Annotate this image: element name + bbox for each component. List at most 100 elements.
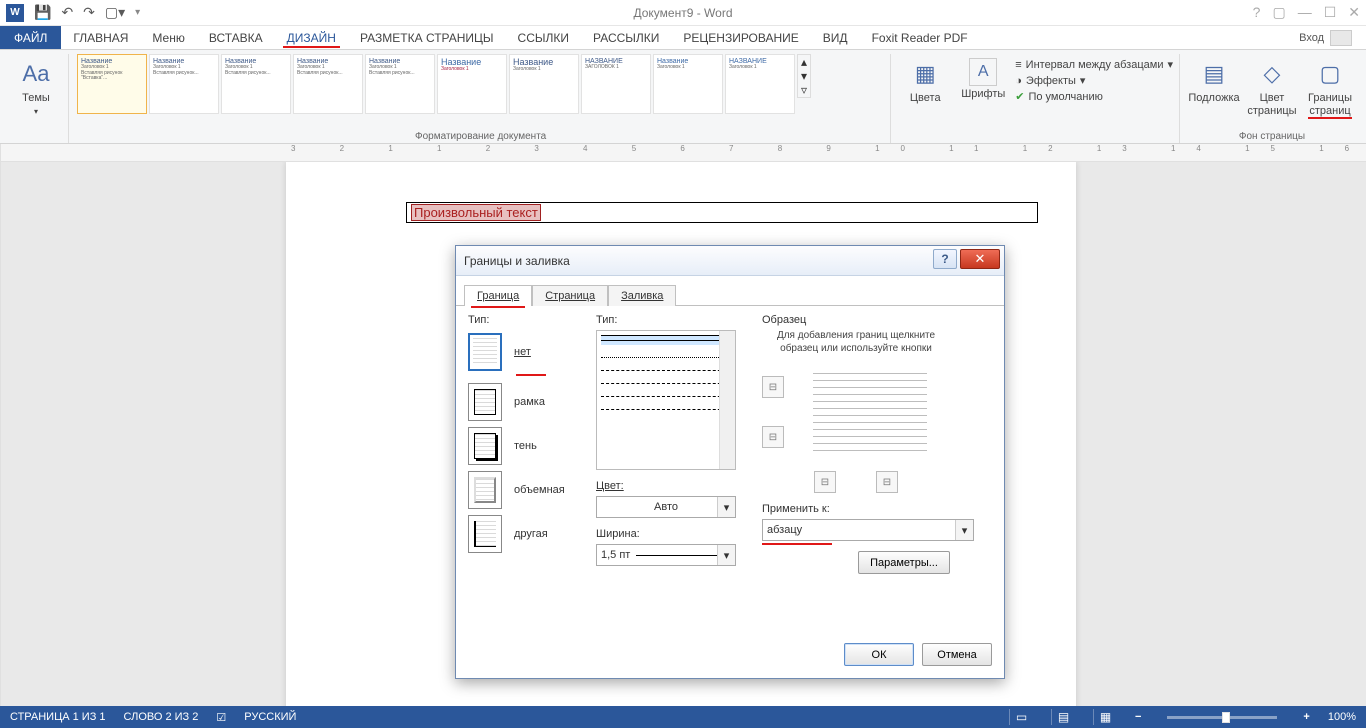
gallery-item[interactable]: НазваниеЗаголовок 1Вставляя рисунок... xyxy=(293,54,363,114)
qat-customize-icon[interactable]: ▾ xyxy=(135,7,140,18)
new-doc-icon[interactable]: ▢▾ xyxy=(105,4,125,21)
border-right-toggle[interactable]: ⊟ xyxy=(876,471,898,493)
options-button[interactable]: Параметры... xyxy=(858,551,950,574)
document-formatting-gallery[interactable]: НазваниеЗаголовок 1Вставляя рисунок "Вст… xyxy=(77,54,884,131)
selected-text[interactable]: Произвольный текст xyxy=(411,204,541,221)
gallery-item[interactable]: НазваниеЗаголовок 1Вставляя рисунок... xyxy=(365,54,435,114)
minimize-icon[interactable]: — xyxy=(1298,4,1312,21)
tab-review[interactable]: РЕЦЕНЗИРОВАНИЕ xyxy=(671,26,810,49)
ribbon: Aa Темы▾ НазваниеЗаголовок 1Вставляя рис… xyxy=(0,50,1366,144)
sign-in-button[interactable]: Вход xyxy=(1285,26,1366,49)
view-print-icon[interactable]: ▤ xyxy=(1051,709,1075,725)
horizontal-ruler: 3 2 1 1 2 3 4 5 6 7 8 9 10 11 12 13 14 1… xyxy=(1,144,1366,162)
color-label: Цвет: xyxy=(596,480,746,492)
style-label: Тип: xyxy=(596,314,746,326)
tab-foxit[interactable]: Foxit Reader PDF xyxy=(860,26,980,49)
gallery-scroll-up-icon[interactable]: ▴ xyxy=(798,55,810,69)
preview-hint: Для добавления границ щелкните образец и… xyxy=(762,330,950,355)
help-icon[interactable]: ? xyxy=(1253,4,1261,21)
chevron-down-icon: ▾ xyxy=(717,497,735,517)
dialog-tab-border[interactable]: Граница xyxy=(464,285,532,306)
set-default-button[interactable]: ✔По умолчанию xyxy=(1015,90,1173,103)
setting-3d[interactable]: объемная xyxy=(468,468,580,512)
tab-mailings[interactable]: РАССЫЛКИ xyxy=(581,26,671,49)
setting-shadow[interactable]: тень xyxy=(468,424,580,468)
gallery-item[interactable]: НазваниеЗаголовок 1 xyxy=(509,54,579,114)
effects-icon: ◑ xyxy=(1015,75,1022,87)
dialog-tab-shading[interactable]: Заливка xyxy=(608,285,676,306)
tab-references[interactable]: ССЫЛКИ xyxy=(506,26,581,49)
setting-box[interactable]: рамка xyxy=(468,380,580,424)
view-read-icon[interactable]: ▭ xyxy=(1009,709,1033,725)
scrollbar[interactable] xyxy=(719,331,735,469)
view-web-icon[interactable]: ▦ xyxy=(1093,709,1117,725)
line-style-list[interactable] xyxy=(596,330,736,470)
undo-icon[interactable]: ↶ xyxy=(61,4,73,21)
ribbon-tabs: ФАЙЛ ГЛАВНАЯ Меню ВСТАВКА ДИЗАЙН РАЗМЕТК… xyxy=(0,26,1366,50)
color-combo[interactable]: Авто▾ xyxy=(596,496,736,518)
status-language[interactable]: РУССКИЙ xyxy=(244,711,296,723)
maximize-icon[interactable]: ☐ xyxy=(1324,4,1337,21)
dialog-title-bar[interactable]: Границы и заливка ? ✕ xyxy=(456,246,1004,276)
border-top-toggle[interactable]: ⊟ xyxy=(762,376,784,398)
paragraph-with-border[interactable]: Произвольный текст xyxy=(406,202,1038,223)
gallery-item[interactable]: НазваниеЗаголовок 1 xyxy=(653,54,723,114)
gallery-item[interactable]: НазваниеЗаголовок 1Вставляя рисунок "Вст… xyxy=(77,54,147,114)
chevron-down-icon: ▾ xyxy=(717,545,735,565)
window-title: Документ9 - Word xyxy=(633,6,732,20)
effects-button[interactable]: ◑Эффекты ▾ xyxy=(1015,74,1173,87)
page-color-button[interactable]: ◇Цвет страницы xyxy=(1246,54,1298,117)
red-underline xyxy=(516,374,546,376)
zoom-in-icon[interactable]: + xyxy=(1303,711,1309,723)
themes-button[interactable]: Aa Темы▾ xyxy=(10,54,62,116)
dialog-tab-page[interactable]: Страница xyxy=(532,285,608,306)
apply-to-combo[interactable]: абзацу▾ xyxy=(762,519,974,541)
tab-home[interactable]: ГЛАВНАЯ xyxy=(61,26,140,49)
zoom-slider[interactable] xyxy=(1167,716,1277,719)
ribbon-display-icon[interactable]: ▢ xyxy=(1272,4,1285,21)
border-bottom-toggle[interactable]: ⊟ xyxy=(762,426,784,448)
zoom-thumb[interactable] xyxy=(1222,712,1230,723)
watermark-button[interactable]: ▤Подложка xyxy=(1188,54,1240,105)
preview-canvas[interactable] xyxy=(805,367,935,463)
tab-menu[interactable]: Меню xyxy=(140,26,196,49)
borders-and-shading-dialog: Границы и заливка ? ✕ Граница Страница З… xyxy=(455,245,1005,679)
red-underline xyxy=(283,46,340,48)
tab-design[interactable]: ДИЗАЙН xyxy=(275,26,348,49)
page-borders-button[interactable]: ▢Границы страниц xyxy=(1304,54,1356,119)
gallery-item[interactable]: НАЗВАНИЕЗаголовок 1 xyxy=(725,54,795,114)
zoom-out-icon[interactable]: − xyxy=(1135,711,1141,723)
width-label: Ширина: xyxy=(596,528,746,540)
redo-icon[interactable]: ↷ xyxy=(83,4,95,21)
dialog-tabs: Граница Страница Заливка xyxy=(456,276,1004,305)
file-tab[interactable]: ФАЙЛ xyxy=(0,26,61,49)
gallery-item[interactable]: НазваниеЗаголовок 1Вставляя рисунок... xyxy=(221,54,291,114)
tab-page-layout[interactable]: РАЗМЕТКА СТРАНИЦЫ xyxy=(348,26,506,49)
close-icon[interactable]: ✕ xyxy=(1348,4,1360,21)
dialog-help-icon[interactable]: ? xyxy=(933,249,957,269)
group-label-formatting: Форматирование документа xyxy=(77,131,884,144)
tab-view[interactable]: ВИД xyxy=(811,26,860,49)
setting-custom[interactable]: другая xyxy=(468,512,580,556)
paragraph-spacing-button[interactable]: ≡Интервал между абзацами ▾ xyxy=(1015,58,1173,71)
gallery-item[interactable]: НАЗВАНИЕЗАГОЛОВОК 1 xyxy=(581,54,651,114)
dialog-close-icon[interactable]: ✕ xyxy=(960,249,1000,269)
save-icon[interactable]: 💾 xyxy=(34,4,51,21)
status-words[interactable]: СЛОВО 2 ИЗ 2 xyxy=(124,711,199,723)
tab-insert[interactable]: ВСТАВКА xyxy=(197,26,275,49)
colors-button[interactable]: ▦Цвета xyxy=(899,54,951,105)
fonts-button[interactable]: AШрифты xyxy=(957,54,1009,101)
ok-button[interactable]: ОК xyxy=(844,643,914,666)
proofing-icon[interactable]: ☑ xyxy=(216,711,226,724)
watermark-icon: ▤ xyxy=(1198,58,1230,90)
gallery-scroll-down-icon[interactable]: ▾ xyxy=(798,69,810,83)
width-combo[interactable]: 1,5 пт▾ xyxy=(596,544,736,566)
gallery-item[interactable]: НазваниеЗаголовок 1Вставляя рисунок... xyxy=(149,54,219,114)
gallery-expand-icon[interactable]: ▿ xyxy=(798,83,810,97)
setting-none[interactable]: нет xyxy=(468,330,580,374)
gallery-item[interactable]: НазваниеЗаголовок 1 xyxy=(437,54,507,114)
zoom-level[interactable]: 100% xyxy=(1328,711,1356,723)
window-controls: ? ▢ — ☐ ✕ xyxy=(1253,4,1360,21)
status-page[interactable]: СТРАНИЦА 1 ИЗ 1 xyxy=(10,711,106,723)
cancel-button[interactable]: Отмена xyxy=(922,643,992,666)
